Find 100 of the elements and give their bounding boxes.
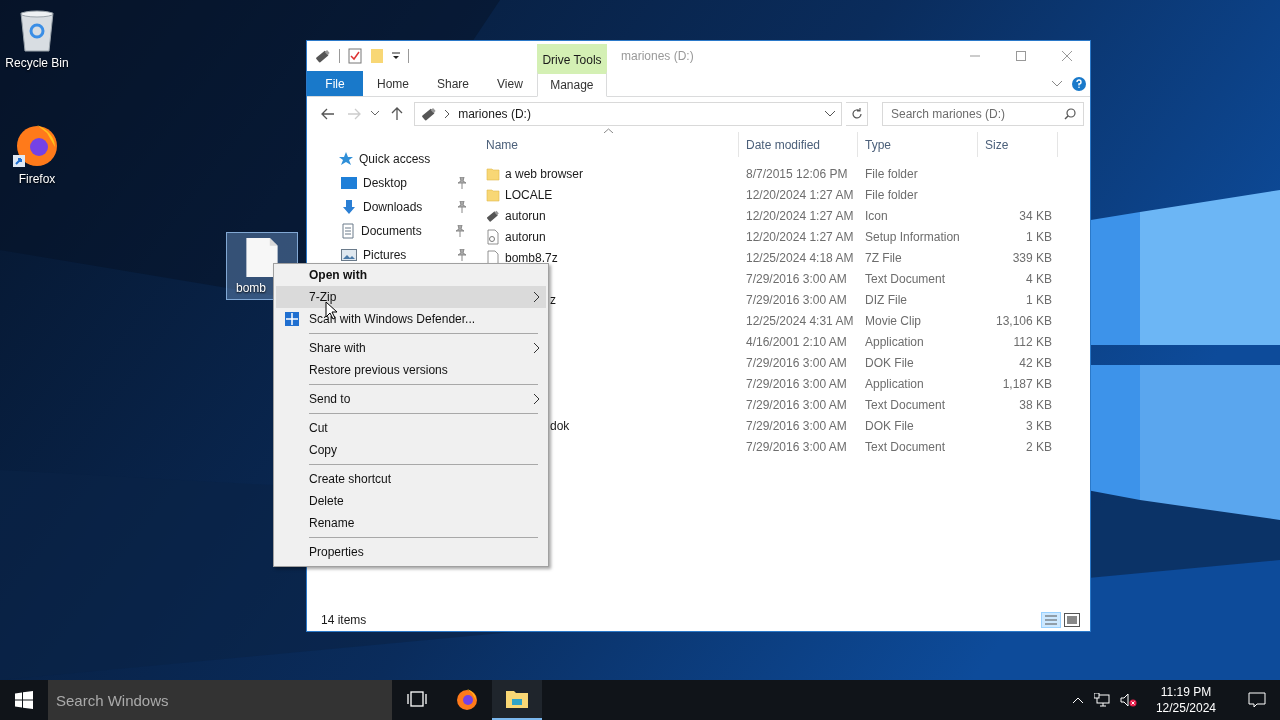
file-name[interactable]: a web browser (505, 166, 584, 181)
menu-item[interactable]: Copy (276, 439, 546, 461)
nav-item[interactable]: Quick access (359, 152, 431, 166)
chevron-down-icon[interactable] (825, 110, 836, 117)
date-cell-text: 7/29/2016 3:00 AM (745, 271, 848, 286)
desktop-icon-label: Recycle Bin (5, 56, 69, 70)
star-icon (339, 152, 353, 166)
menu-item[interactable]: Rename (276, 512, 546, 534)
nav-item[interactable]: Downloads (363, 200, 451, 214)
settings-file-icon (486, 228, 500, 245)
date-cell-text: 8/7/2015 12:06 PM (745, 166, 849, 181)
properties-icon[interactable] (348, 48, 362, 64)
ribbon-tab[interactable]: Home (363, 71, 423, 96)
back-arrow-icon[interactable] (320, 107, 335, 120)
nav-item[interactable]: Pictures (363, 248, 451, 262)
type-cell-text: Icon (864, 208, 889, 223)
desktop-icon-tile[interactable]: Firefox (0, 116, 74, 191)
chevron-up-icon[interactable] (1071, 696, 1084, 704)
refresh-button[interactable] (846, 101, 868, 126)
dropdown-icon[interactable] (392, 51, 400, 61)
folder-icon (505, 689, 529, 709)
notification-icon[interactable] (1248, 692, 1266, 708)
network-icon[interactable] (1093, 693, 1110, 707)
maximize-icon[interactable] (1016, 51, 1026, 61)
date-cell-text: 7/29/2016 3:00 AM (745, 418, 848, 433)
large-icons-view-icon[interactable] (1064, 613, 1080, 627)
chevron-right-icon (445, 109, 451, 118)
menu-item[interactable]: Create shortcut (276, 468, 546, 490)
column-header[interactable]: Name (479, 132, 739, 157)
column-header[interactable]: Date modified (739, 132, 858, 157)
item-count: 14 items (321, 613, 367, 627)
menu-item[interactable]: Share with (276, 337, 546, 359)
size-cell-text: 38 KB (1018, 397, 1053, 412)
size-cell-text: 42 KB (1018, 355, 1053, 370)
size-cell-text: 2 KB (1025, 439, 1053, 454)
search-field[interactable]: Search mariones (D:) (881, 101, 1084, 126)
chevron-right-icon (533, 393, 540, 405)
date-cell-text: 12/20/2024 1:27 AM (745, 208, 855, 223)
desktop-icon-tile[interactable]: Recycle Bin (0, 4, 74, 75)
refresh-icon (850, 107, 863, 120)
size-cell-text: 4 KB (1025, 271, 1053, 286)
date-cell-text: 7/29/2016 3:00 AM (745, 376, 848, 391)
type-cell-text: File folder (864, 166, 919, 181)
file-name[interactable]: dok (550, 418, 570, 433)
taskbar-app[interactable] (492, 680, 542, 720)
usb-drive-icon (315, 49, 331, 63)
clock[interactable]: 11:19 PM 12/25/2024 (1147, 685, 1224, 715)
date-cell-text: 12/20/2024 1:27 AM (745, 229, 855, 244)
size-cell-text: 34 KB (1018, 208, 1053, 223)
file-name[interactable]: bomb8.7z (505, 250, 558, 265)
search-icon[interactable] (1063, 107, 1076, 120)
nav-item[interactable]: Desktop (363, 176, 451, 190)
date-cell-text: 7/29/2016 3:00 AM (745, 439, 848, 454)
menu-item[interactable]: Restore previous versions (276, 359, 546, 381)
column-header[interactable]: Size (978, 132, 1058, 157)
desktop-icon-label: bomb (236, 281, 267, 295)
date-cell-text: 4/16/2001 2:10 AM (745, 334, 848, 349)
menu-item[interactable]: 7-Zip (276, 286, 546, 308)
muted-speaker-icon[interactable] (1119, 693, 1138, 707)
size-cell-text: 112 KB (1012, 334, 1053, 349)
close-icon[interactable] (1062, 51, 1072, 61)
menu-item[interactable]: Cut (276, 417, 546, 439)
menu-item[interactable]: Properties (276, 541, 546, 563)
usb-drive-icon (421, 106, 438, 121)
type-cell-text: 7Z File (864, 250, 903, 265)
help-icon[interactable] (1072, 76, 1086, 91)
column-header[interactable]: Type (858, 132, 978, 157)
ribbon-tab[interactable]: View (483, 71, 537, 96)
desktop-icon (341, 176, 357, 190)
window-title: mariones (D:) (620, 48, 695, 65)
chevron-right-icon (533, 291, 540, 303)
date-cell-text: 7/29/2016 3:00 AM (745, 355, 848, 370)
windows-logo-icon (15, 691, 33, 709)
ribbon-tab[interactable]: Manage (536, 71, 607, 97)
menu-item[interactable]: Send to (276, 388, 546, 410)
download-icon (341, 199, 357, 215)
type-cell-text: File folder (864, 187, 919, 202)
file-menu-tab[interactable]: File (307, 71, 363, 96)
menu-item[interactable]: Delete (276, 490, 546, 512)
desktop-icon-label: Firefox (18, 172, 56, 186)
size-cell-text: 1 KB (1025, 229, 1053, 244)
size-cell-text: 339 KB (1011, 250, 1053, 265)
taskbar-search-field[interactable]: Search Windows (48, 680, 392, 720)
file-name[interactable]: autorun (505, 208, 546, 223)
file-name[interactable]: autorun (505, 229, 546, 244)
nav-item[interactable]: Documents (361, 224, 449, 238)
chevron-down-icon[interactable] (371, 111, 380, 116)
ribbon-tab[interactable]: Share (423, 71, 484, 96)
file-name[interactable]: LOCALE (505, 187, 553, 202)
type-cell-text: Application (864, 376, 925, 391)
size-cell-text: 1 KB (1025, 292, 1053, 307)
chevron-right-icon (533, 342, 540, 354)
documents-icon (341, 223, 355, 239)
file-name[interactable]: z (550, 292, 556, 307)
folder-icon (486, 166, 500, 181)
address-bar[interactable]: mariones (D:) (414, 101, 843, 126)
date-cell-text: 7/29/2016 3:00 AM (745, 292, 848, 307)
up-arrow-icon[interactable] (391, 106, 404, 121)
chevron-down-icon[interactable] (1052, 80, 1062, 87)
size-cell-text: 13,106 KB (994, 313, 1053, 328)
